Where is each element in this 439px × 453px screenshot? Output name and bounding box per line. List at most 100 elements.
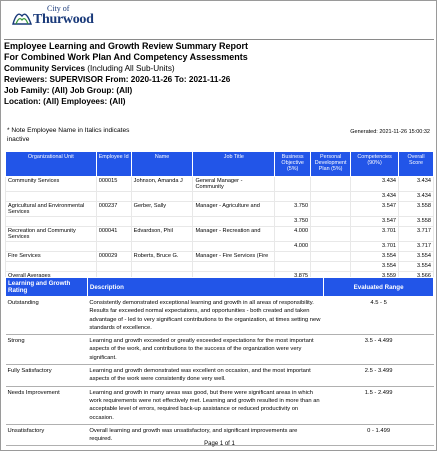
employee-id-cell: 000237 — [95, 201, 132, 217]
personal-development-cell — [310, 251, 352, 262]
summary-row: Community Services 000015 Johnson, Amanda … — [5, 176, 434, 192]
employee-id-cell — [95, 191, 132, 202]
org-unit-cell: Agricultural and Environmental Services — [5, 201, 97, 217]
rating-name-cell: Fully Satisfactory — [5, 364, 88, 387]
overall-score-cell: 3.434 — [398, 191, 434, 202]
job-line: Job Family: (All) Job Group: (All) — [4, 86, 133, 95]
personal-development-cell — [310, 176, 352, 192]
business-objective-cell: 4.000 — [274, 226, 312, 242]
employee-id-cell: 000029 — [95, 251, 132, 262]
competencies-cell: 3.547 — [350, 216, 400, 227]
employee-id-cell — [95, 261, 132, 272]
page-number: Page 1 of 1 — [204, 441, 235, 447]
personal-development-cell — [310, 191, 352, 202]
job-title-cell — [192, 241, 276, 252]
job-title-cell: Manager - Recreation and — [192, 226, 276, 242]
col-name: Name — [130, 151, 194, 177]
rating-header-row: Learning and Growth Rating Description E… — [5, 277, 434, 297]
summary-header-row: Organizational Unit Employee Id Name Job… — [5, 151, 434, 177]
rating-row: Fully Satisfactory Learning and growth de… — [5, 364, 434, 387]
summary-table: Organizational Unit Employee Id Name Job… — [5, 151, 434, 282]
overall-score-cell: 3.434 — [398, 176, 434, 192]
name-cell — [130, 216, 194, 227]
rating-scale-table: Learning and Growth Rating Description E… — [5, 277, 434, 447]
rating-range-cell: 4.5 - 5 — [323, 295, 434, 336]
unit-suffix: (Including All Sub-Units) — [85, 64, 175, 73]
personal-development-cell — [310, 261, 352, 272]
summary-row: Recreation and Community Services 000041 E… — [5, 226, 434, 242]
org-unit-cell — [5, 241, 97, 252]
overall-score-cell: 3.554 — [398, 261, 434, 272]
inactive-note: * Note Employee Name in Italics indicate… — [7, 127, 130, 143]
name-cell: Edvardson, Phil — [130, 226, 194, 242]
overall-score-cell: 3.554 — [398, 251, 434, 262]
org-unit-cell: Fire Services — [5, 251, 97, 262]
business-objective-cell: 3.750 — [274, 216, 312, 227]
competencies-cell: 3.554 — [350, 261, 400, 272]
org-unit-cell: Community Services — [5, 176, 97, 192]
rating-description-cell: Consistently demonstrated exceptional le… — [87, 295, 324, 336]
org-unit-cell — [5, 216, 97, 227]
rating-range-cell: 3.5 - 4.499 — [323, 334, 434, 366]
name-cell: Roberts, Bruce G. — [130, 251, 194, 262]
city-logo: City of Thurwood — [7, 3, 117, 31]
summary-row: 3.434 3.434 — [5, 191, 434, 202]
col-overall-score: Overall Score — [398, 151, 434, 177]
col-evaluated-range: Evaluated Range — [323, 277, 434, 297]
job-title-cell — [192, 261, 276, 272]
rating-name-cell: Strong — [5, 334, 88, 366]
business-objective-cell — [274, 191, 312, 202]
employee-id-cell — [95, 241, 132, 252]
rating-name-cell: Outstanding — [5, 295, 88, 336]
competencies-cell: 3.554 — [350, 251, 400, 262]
employee-id-cell: 000015 — [95, 176, 132, 192]
business-objective-cell — [274, 251, 312, 262]
name-cell — [130, 191, 194, 202]
business-objective-cell: 3.750 — [274, 201, 312, 217]
header-divider — [4, 39, 434, 40]
employee-id-cell — [95, 216, 132, 227]
personal-development-cell — [310, 201, 352, 217]
org-unit-cell — [5, 191, 97, 202]
unit-line: Community Services (Including All Sub-Un… — [4, 63, 434, 74]
summary-row: 3.554 3.554 — [5, 261, 434, 272]
rating-description-cell: Learning and growth demonstrated was exc… — [87, 364, 324, 387]
personal-development-cell — [310, 216, 352, 227]
org-unit-cell — [5, 261, 97, 272]
overall-score-cell: 3.558 — [398, 216, 434, 227]
col-job-title: Job Title — [192, 151, 276, 177]
report-title-line2: For Combined Work Plan And Competency As… — [4, 52, 248, 62]
col-competencies: Competencies (90%) — [350, 151, 400, 177]
summary-row: 4.000 3.701 3.717 — [5, 241, 434, 252]
col-personal-development: Personal Development Plan (5%) — [310, 151, 352, 177]
reviewers-line: Reviewers: SUPERVISOR From: 2020-11-26 T… — [4, 75, 231, 84]
name-cell — [130, 241, 194, 252]
business-objective-cell — [274, 261, 312, 272]
col-org-unit: Organizational Unit — [5, 151, 97, 177]
rating-row: Needs Improvement Learning and growth in … — [5, 385, 434, 425]
summary-row: Agricultural and Environmental Services 0… — [5, 201, 434, 217]
competencies-cell: 3.701 — [350, 241, 400, 252]
job-title-cell — [192, 191, 276, 202]
competencies-cell: 3.434 — [350, 191, 400, 202]
rating-range-cell: 1.5 - 2.499 — [323, 385, 434, 425]
business-objective-cell: 4.000 — [274, 241, 312, 252]
report-title-line1: Employee Learning and Growth Review Summ… — [4, 41, 249, 51]
job-title-cell — [192, 216, 276, 227]
rating-name-cell: Needs Improvement — [5, 385, 88, 425]
competencies-cell: 3.434 — [350, 176, 400, 192]
col-business-objective: Business Objective (5%) — [274, 151, 312, 177]
job-title-cell: Manager - Agriculture and — [192, 201, 276, 217]
summary-row: Fire Services 000029 Roberts, Bruce G. Mana… — [5, 251, 434, 262]
employee-id-cell: 000041 — [95, 226, 132, 242]
col-employee-id: Employee Id — [95, 151, 132, 177]
overall-score-cell: 3.558 — [398, 201, 434, 217]
overall-score-cell: 3.717 — [398, 241, 434, 252]
name-cell — [130, 261, 194, 272]
name-cell: Gerber, Sally — [130, 201, 194, 217]
city-emblem-icon — [12, 13, 32, 25]
rating-row: Strong Learning and growth exceeded or gr… — [5, 334, 434, 366]
org-unit-cell: Recreation and Community Services — [5, 226, 97, 242]
report-header: Employee Learning and Growth Review Summ… — [4, 37, 434, 107]
logo-name-text: Thurwood — [33, 12, 94, 27]
